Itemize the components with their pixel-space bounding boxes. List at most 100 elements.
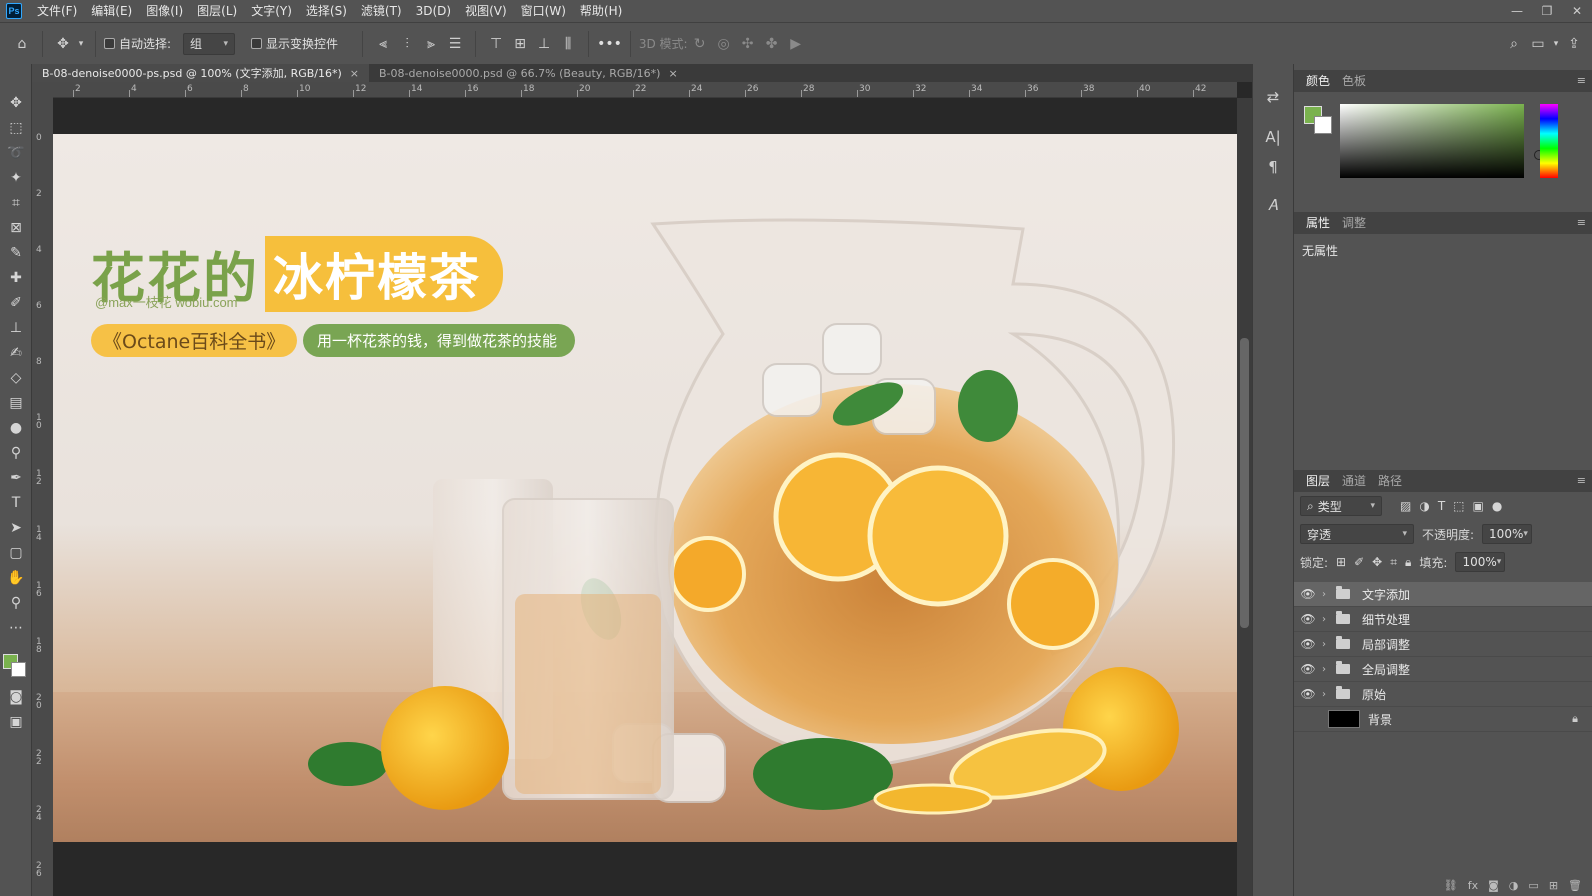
layer-row[interactable]: 👁︎ › 文字添加 <box>1294 582 1592 607</box>
align-right-icon[interactable]: ⫸ <box>419 32 443 56</box>
quick-mask-icon[interactable]: ◙ <box>0 684 32 709</box>
vertical-scrollbar[interactable] <box>1237 98 1252 896</box>
3d-camera-icon[interactable]: ▶ <box>784 32 808 56</box>
eyedropper-icon[interactable]: ✎ <box>0 240 32 265</box>
layer-row[interactable]: 背景 🔒︎ <box>1294 707 1592 732</box>
tab-swatches[interactable]: 色板 <box>1336 70 1372 92</box>
document-artwork[interactable]: 花花的 冰柠檬茶 @max一枝花 wobiu.com 《Octane百科全书》 … <box>53 134 1237 842</box>
eye-icon[interactable]: 👁︎ <box>1294 637 1322 651</box>
opacity-input[interactable]: 100% ▾ <box>1482 524 1533 544</box>
gradient-tool-icon[interactable]: ▤ <box>0 390 32 415</box>
blur-tool-icon[interactable]: ● <box>0 415 32 440</box>
more-tools-icon[interactable]: ⋯ <box>0 615 32 640</box>
auto-select-dropdown[interactable]: 组 ▾ <box>183 32 236 55</box>
scrollbar-thumb[interactable] <box>1240 338 1249 628</box>
delete-layer-icon[interactable]: 🗑︎ <box>1568 879 1582 892</box>
add-mask-icon[interactable]: ◙ <box>1488 879 1499 892</box>
close-icon[interactable]: × <box>350 67 359 80</box>
fill-input[interactable]: 100% ▾ <box>1455 552 1506 572</box>
align-top-icon[interactable]: ⊤ <box>484 32 508 56</box>
horizontal-ruler[interactable]: 2 4 6 8 10 12 14 16 18 20 22 24 26 28 30 32 34 36 38 40 42 <box>53 82 1237 98</box>
restore-button[interactable]: ❐ <box>1532 0 1562 22</box>
auto-select-checkbox[interactable] <box>104 38 115 49</box>
menu-item[interactable]: 编辑(E) <box>84 0 139 22</box>
background-color-swatch[interactable] <box>11 662 26 677</box>
menu-item[interactable]: 帮助(H) <box>573 0 629 22</box>
menu-item[interactable]: 3D(D) <box>409 0 458 22</box>
menu-item[interactable]: 文件(F) <box>30 0 84 22</box>
more-options-button[interactable]: ••• <box>597 36 622 52</box>
tab-channels[interactable]: 通道 <box>1336 470 1372 492</box>
menu-item[interactable]: 文字(Y) <box>244 0 299 22</box>
lock-artboard-icon[interactable]: ⌗ <box>1390 555 1397 570</box>
chevron-down-icon[interactable]: ▾ <box>75 32 87 56</box>
layer-row[interactable]: 👁︎ › 局部调整 <box>1294 632 1592 657</box>
marquee-tool-icon[interactable]: ⬚ <box>0 115 32 140</box>
character-panel-icon[interactable]: A| <box>1253 122 1293 152</box>
panel-menu-icon[interactable]: ≡ <box>1577 216 1586 229</box>
history-brush-icon[interactable]: ✍ <box>0 340 32 365</box>
lock-icon[interactable]: 🔒︎ <box>1572 712 1578 726</box>
chevron-right-icon[interactable]: › <box>1322 639 1336 650</box>
tab-color[interactable]: 颜色 <box>1300 70 1336 92</box>
fx-icon[interactable]: fx <box>1468 879 1478 892</box>
eye-icon[interactable]: 👁︎ <box>1294 587 1322 601</box>
paragraph-panel-icon[interactable]: ¶ <box>1253 152 1293 182</box>
history-panel-icon[interactable]: ⇄ <box>1253 82 1293 112</box>
healing-brush-icon[interactable]: ✚ <box>0 265 32 290</box>
chevron-right-icon[interactable]: › <box>1322 664 1336 675</box>
screen-mode-icon[interactable]: ▣ <box>0 709 32 734</box>
crop-tool-icon[interactable]: ⌗ <box>0 190 32 215</box>
minimize-button[interactable]: — <box>1502 0 1532 22</box>
home-icon[interactable]: ⌂ <box>10 32 34 56</box>
panel-menu-icon[interactable]: ≡ <box>1577 74 1586 87</box>
hue-slider[interactable] <box>1540 104 1558 178</box>
menu-item[interactable]: 滤镜(T) <box>354 0 409 22</box>
eye-icon[interactable]: 👁︎ <box>1294 662 1322 676</box>
blend-mode-dropdown[interactable]: 穿透 ▾ <box>1300 524 1414 544</box>
smart-object-filter-icon[interactable]: ▣ <box>1473 499 1484 513</box>
background-color-swatch[interactable] <box>1314 116 1332 134</box>
tab-properties[interactable]: 属性 <box>1300 212 1336 234</box>
menu-item[interactable]: 图像(I) <box>139 0 190 22</box>
canvas-area[interactable]: 花花的 冰柠檬茶 @max一枝花 wobiu.com 《Octane百科全书》 … <box>53 98 1237 896</box>
stamp-tool-icon[interactable]: ⊥ <box>0 315 32 340</box>
eraser-icon[interactable]: ◇ <box>0 365 32 390</box>
align-center-icon[interactable]: ⫶ <box>395 32 419 56</box>
shape-tool-icon[interactable]: ▢ <box>0 540 32 565</box>
align-middle-icon[interactable]: ⊞ <box>508 32 532 56</box>
link-layers-icon[interactable]: ⛓ <box>1444 879 1458 892</box>
distribute-vertical-icon[interactable]: ⫼ <box>556 32 580 56</box>
move-tool-icon[interactable]: ✥ <box>51 32 75 56</box>
tab-document-1[interactable]: B-08-denoise0000-ps.psd @ 100% (文字添加, RG… <box>32 64 370 82</box>
lock-transparency-icon[interactable]: ⊞ <box>1336 555 1346 569</box>
adjustment-filter-icon[interactable]: ◑ <box>1419 499 1429 513</box>
frame-tool-icon[interactable]: ⊠ <box>0 215 32 240</box>
lock-position-icon[interactable]: ✥ <box>1372 555 1382 569</box>
layer-row[interactable]: 👁︎ › 原始 <box>1294 682 1592 707</box>
lasso-tool-icon[interactable]: ➰ <box>0 140 32 165</box>
type-filter-icon[interactable]: T <box>1438 499 1445 513</box>
3d-roll-icon[interactable]: ◎ <box>712 32 736 56</box>
chevron-right-icon[interactable]: › <box>1322 589 1336 600</box>
layer-row[interactable]: 👁︎ › 细节处理 <box>1294 607 1592 632</box>
menu-item[interactable]: 图层(L) <box>190 0 244 22</box>
type-tool-icon[interactable]: T <box>0 490 32 515</box>
pen-tool-icon[interactable]: ✒ <box>0 465 32 490</box>
path-selection-icon[interactable]: ➤ <box>0 515 32 540</box>
layer-row[interactable]: 👁︎ › 全局调整 <box>1294 657 1592 682</box>
hand-tool-icon[interactable]: ✋ <box>0 565 32 590</box>
menu-item[interactable]: 选择(S) <box>299 0 354 22</box>
menu-item[interactable]: 窗口(W) <box>514 0 573 22</box>
magic-wand-icon[interactable]: ✦ <box>0 165 32 190</box>
color-field[interactable] <box>1340 104 1544 178</box>
tab-layers[interactable]: 图层 <box>1300 470 1336 492</box>
dodge-tool-icon[interactable]: ⚲ <box>0 440 32 465</box>
lock-pixels-icon[interactable]: ✐ <box>1354 555 1364 569</box>
shape-filter-icon[interactable]: ⬚ <box>1453 499 1464 513</box>
chevron-right-icon[interactable]: › <box>1322 689 1336 700</box>
visibility-toggle[interactable] <box>1301 712 1315 726</box>
glyphs-panel-icon[interactable]: 𝐴 <box>1253 190 1293 220</box>
search-icon[interactable]: ⌕ <box>1502 32 1526 56</box>
tab-document-2[interactable]: B-08-denoise0000.psd @ 66.7% (Beauty, RG… <box>369 64 688 82</box>
